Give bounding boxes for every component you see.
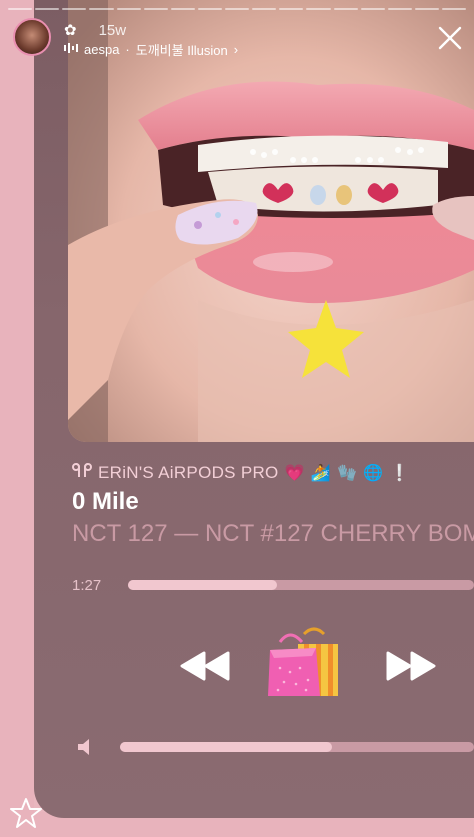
track-title: NCT 127 — NCT #127 CHERRY BOMB [72, 520, 474, 547]
story-progress-segment [35, 8, 60, 10]
shopping-bags-icon[interactable] [266, 626, 342, 698]
story-progress-segment [143, 8, 168, 10]
story-photo [68, 0, 474, 442]
close-icon [438, 26, 462, 50]
fast-forward-icon [386, 651, 436, 681]
left-frame [0, 0, 34, 837]
story-progress-segment [225, 8, 250, 10]
music-separator: · [125, 41, 130, 57]
elapsed-time: 1:27 [72, 577, 102, 594]
playback-progress-fill [128, 580, 277, 590]
airpods-icon [72, 462, 92, 484]
story-progress-segment [333, 8, 358, 10]
rewind-button[interactable] [176, 648, 234, 684]
star-icon[interactable] [10, 797, 42, 829]
flower-icon: ✿ [64, 22, 77, 39]
avatar[interactable] [13, 18, 51, 56]
story-progress-segment [442, 8, 467, 10]
story-header: ✿ 15w [64, 20, 126, 40]
story-progress-segment [252, 8, 277, 10]
emoji-0: 💗 [284, 465, 305, 482]
time-ago: 15w [98, 21, 127, 39]
story-progress-segment [89, 8, 114, 10]
story-progress-segment [197, 8, 222, 10]
music-note-icon [64, 42, 78, 57]
volume-fill [120, 742, 333, 752]
story-progress-segment [306, 8, 331, 10]
chevron-right-icon: › [233, 41, 239, 57]
rewind-icon [180, 651, 230, 681]
playback-scrubber[interactable] [128, 580, 474, 590]
emoji-1: 🏄 [310, 465, 332, 482]
emoji-4: ❕ [389, 465, 410, 482]
music-artist: aespa [84, 41, 120, 57]
story-progress-segment [8, 8, 33, 10]
emoji-3: 🌐 [363, 465, 384, 482]
story-progress-segment [62, 8, 87, 10]
volume-slider[interactable] [120, 742, 474, 752]
story-progress-segment [414, 8, 439, 10]
story-progress-segment [387, 8, 412, 10]
device-row: ERiN'S AiRPODS PRO 💗 🏄 🧤 🌐 ❕ [72, 461, 410, 485]
device-label: ERiN'S AiRPODS PRO [98, 463, 279, 482]
music-sticker-link[interactable]: aespa · 도깨비불 Illusion › [64, 40, 238, 58]
emoji-2: 🧤 [337, 465, 358, 482]
story-progress-segment [360, 8, 385, 10]
music-song: 도깨비불 Illusion [135, 42, 228, 58]
story-progress-segment [279, 8, 304, 10]
distance-label: 0 Mile [72, 488, 139, 515]
story-progress-segment [116, 8, 141, 10]
fast-forward-button[interactable] [382, 648, 440, 684]
close-button[interactable] [436, 24, 464, 52]
story-progress-segment [170, 8, 195, 10]
emoji-list: 💗 🏄 🧤 🌐 ❕ [285, 463, 410, 483]
speaker-icon [76, 737, 96, 757]
story-progress-bars [8, 8, 467, 11]
